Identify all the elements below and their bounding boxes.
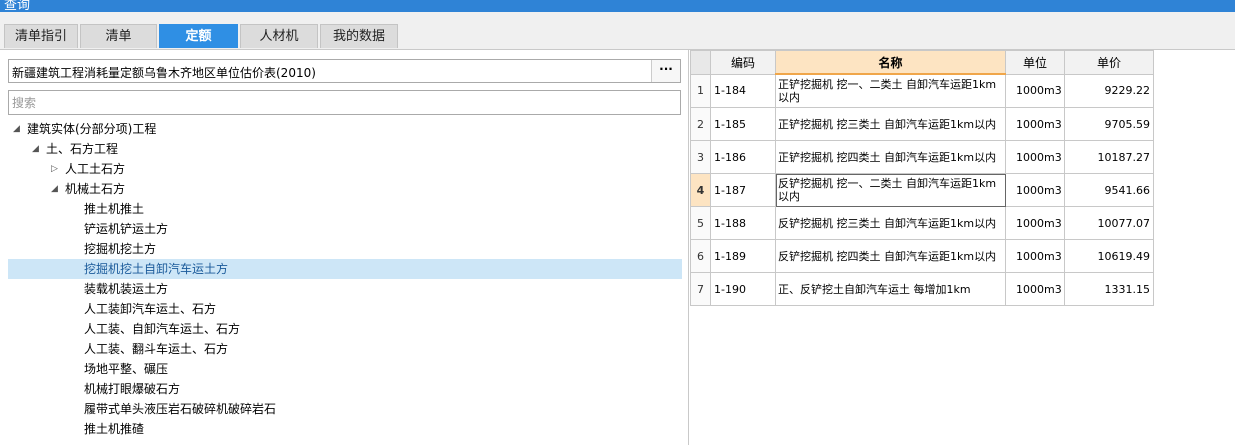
cell-code[interactable]: 1-190 — [710, 272, 776, 306]
tab-my-data[interactable]: 我的数据 — [320, 24, 398, 48]
expand-arrow-icon[interactable]: ▷ — [51, 159, 58, 179]
tree-node[interactable]: ▷ 人工土石方 — [8, 159, 682, 179]
collapse-arrow-icon[interactable]: ◢ — [13, 119, 20, 139]
column-header-name[interactable]: 名称 — [775, 50, 1006, 75]
cell-code[interactable]: 1-186 — [710, 140, 776, 174]
cell-price[interactable]: 10619.49 — [1064, 239, 1154, 273]
tree-node[interactable]: 挖掘机挖土方 — [8, 239, 682, 259]
tree-node[interactable]: 推土机推碴 — [8, 419, 682, 439]
left-panel: 新疆建筑工程消耗量定额乌鲁木齐地区单位估价表(2010) ··· ◢ 建筑实体(分… — [0, 50, 688, 445]
tree-node[interactable]: 场地平整、碾压 — [8, 359, 682, 379]
tree-node-label: 人工装、自卸汽车运土、石方 — [84, 322, 241, 336]
tab-list[interactable]: 清单 — [80, 24, 157, 48]
tree-node-label: 建筑实体(分部分项)工程 — [27, 122, 157, 136]
cell-name[interactable]: 正、反铲挖土自卸汽车运土 每增加1km — [775, 272, 1006, 306]
cell-unit[interactable]: 1000m3 — [1005, 173, 1065, 207]
tree-node[interactable]: ◢ 机械土石方 — [8, 179, 682, 199]
tree-node-label: 推土机推土 — [84, 202, 145, 216]
cell-unit[interactable]: 1000m3 — [1005, 107, 1065, 141]
tree-node-label: 机械打眼爆破石方 — [84, 382, 181, 396]
tree-node[interactable]: 履带式单头液压岩石破碎机破碎岩石 — [8, 399, 682, 419]
row-number[interactable]: 6 — [690, 239, 711, 273]
cell-unit[interactable]: 1000m3 — [1005, 272, 1065, 306]
cell-price[interactable]: 10077.07 — [1064, 206, 1154, 240]
cell-price[interactable]: 9541.66 — [1064, 173, 1154, 207]
column-header-code[interactable]: 编码 — [710, 50, 776, 75]
tab-list-guide[interactable]: 清单指引 — [4, 24, 78, 48]
row-number[interactable]: 5 — [690, 206, 711, 240]
search-input[interactable] — [8, 90, 681, 115]
row-number[interactable]: 2 — [690, 107, 711, 141]
cell-name[interactable]: 正铲挖掘机 挖四类土 自卸汽车运距1km以内 — [775, 140, 1006, 174]
window-titlebar: 查询 — [0, 0, 1235, 12]
tree-node[interactable]: 人工装卸汽车运土、石方 — [8, 299, 682, 319]
cell-code[interactable]: 1-189 — [710, 239, 776, 273]
column-header-price[interactable]: 单价 — [1064, 50, 1154, 75]
table-row[interactable]: 3 1-186 正铲挖掘机 挖四类土 自卸汽车运距1km以内 1000m3 10187.… — [690, 140, 1154, 174]
row-number[interactable]: 4 — [690, 173, 711, 207]
table-row[interactable]: 2 1-185 正铲挖掘机 挖三类土 自卸汽车运距1km以内 1000m3 9705.5… — [690, 107, 1154, 141]
collapse-arrow-icon[interactable]: ◢ — [51, 179, 58, 199]
table-row[interactable]: 4 1-187 反铲挖掘机 挖一、二类土 自卸汽车运距1km以内 1000m3 9541… — [690, 173, 1154, 207]
cell-unit[interactable]: 1000m3 — [1005, 206, 1065, 240]
cell-unit[interactable]: 1000m3 — [1005, 140, 1065, 174]
browse-library-button[interactable]: ··· — [651, 60, 680, 82]
cell-code[interactable]: 1-187 — [710, 173, 776, 207]
tree-node-label: 履带式单头液压岩石破碎机破碎岩石 — [84, 402, 277, 416]
cell-name[interactable]: 正铲挖掘机 挖一、二类土 自卸汽车运距1km以内 — [775, 73, 1006, 108]
cell-code[interactable]: 1-184 — [710, 73, 776, 108]
row-number[interactable]: 7 — [690, 272, 711, 306]
table-row[interactable]: 5 1-188 反铲挖掘机 挖三类土 自卸汽车运距1km以内 1000m3 10077.… — [690, 206, 1154, 240]
tree-node[interactable]: 人工装、翻斗车运土、石方 — [8, 339, 682, 359]
table-row[interactable]: 7 1-190 正、反铲挖土自卸汽车运土 每增加1km 1000m3 1331.15 — [690, 272, 1154, 306]
tree-node[interactable]: 人工装、自卸汽车运土、石方 — [8, 319, 682, 339]
table-row[interactable]: 6 1-189 反铲挖掘机 挖四类土 自卸汽车运距1km以内 1000m3 10619.… — [690, 239, 1154, 273]
tree-node-label: 挖掘机挖土自卸汽车运土方 — [84, 262, 229, 276]
cell-unit[interactable]: 1000m3 — [1005, 73, 1065, 108]
cell-price[interactable]: 9229.22 — [1064, 73, 1154, 108]
column-header-unit[interactable]: 单位 — [1005, 50, 1065, 75]
cell-unit[interactable]: 1000m3 — [1005, 239, 1065, 273]
tree-node-label: 人工装卸汽车运土、石方 — [84, 302, 217, 316]
tree-node[interactable]: ◢ 建筑实体(分部分项)工程 — [8, 119, 682, 139]
tab-quota[interactable]: 定额 — [159, 24, 238, 48]
tree-node-label: 土、石方工程 — [46, 142, 119, 156]
cell-name[interactable]: 反铲挖掘机 挖三类土 自卸汽车运距1km以内 — [775, 206, 1006, 240]
tree-node[interactable]: ◢ 土、石方工程 — [8, 139, 682, 159]
tree-node-label: 机械土石方 — [65, 182, 126, 196]
cell-name[interactable]: 正铲挖掘机 挖三类土 自卸汽车运距1km以内 — [775, 107, 1006, 141]
tree-node[interactable]: 装载机装运土方 — [8, 279, 682, 299]
tree-node-label: 挖掘机挖土方 — [84, 242, 157, 256]
cell-price[interactable]: 9705.59 — [1064, 107, 1154, 141]
tab-labor-material-machine[interactable]: 人材机 — [240, 24, 318, 48]
chapter-tree: ◢ 建筑实体(分部分项)工程 ◢ 土、石方工程 ▷ 人工土石方 ◢ 机械土石方推土机推土铲运机… — [8, 119, 682, 439]
tree-node-label: 装载机装运土方 — [84, 282, 169, 296]
tree-node-label: 人工土石方 — [65, 162, 126, 176]
table-row[interactable]: 1 1-184 正铲挖掘机 挖一、二类土 自卸汽车运距1km以内 1000m3 9229… — [690, 73, 1154, 108]
tree-node-label: 推土机推碴 — [84, 422, 145, 436]
tree-node-label: 场地平整、碾压 — [84, 362, 169, 376]
table-corner[interactable] — [690, 50, 711, 75]
cell-code[interactable]: 1-185 — [710, 107, 776, 141]
panel-splitter[interactable] — [688, 50, 689, 445]
tree-node[interactable]: 铲运机铲运土方 — [8, 219, 682, 239]
tree-node-label: 人工装、翻斗车运土、石方 — [84, 342, 229, 356]
window-title: 查询 — [4, 0, 31, 12]
tree-node-label: 铲运机铲运土方 — [84, 222, 169, 236]
quota-table: 编码 名称 单位 单价 1 1-184 正铲挖掘机 挖一、二类土 自卸汽车运距1km… — [690, 50, 1154, 306]
tree-node[interactable]: 挖掘机挖土自卸汽车运土方 — [8, 259, 682, 279]
quota-library-value: 新疆建筑工程消耗量定额乌鲁木齐地区单位估价表(2010) — [12, 66, 316, 80]
row-number[interactable]: 3 — [690, 140, 711, 174]
quota-library-select[interactable]: 新疆建筑工程消耗量定额乌鲁木齐地区单位估价表(2010) ··· — [8, 59, 681, 83]
cell-price[interactable]: 1331.15 — [1064, 272, 1154, 306]
tree-node[interactable]: 机械打眼爆破石方 — [8, 379, 682, 399]
tab-bar: 清单指引 清单 定额 人材机 我的数据 — [0, 12, 1235, 50]
row-number[interactable]: 1 — [690, 73, 711, 108]
collapse-arrow-icon[interactable]: ◢ — [32, 139, 39, 159]
cell-name[interactable]: 反铲挖掘机 挖一、二类土 自卸汽车运距1km以内 — [775, 173, 1006, 207]
tree-node[interactable]: 推土机推土 — [8, 199, 682, 219]
cell-price[interactable]: 10187.27 — [1064, 140, 1154, 174]
cell-code[interactable]: 1-188 — [710, 206, 776, 240]
cell-name[interactable]: 反铲挖掘机 挖四类土 自卸汽车运距1km以内 — [775, 239, 1006, 273]
